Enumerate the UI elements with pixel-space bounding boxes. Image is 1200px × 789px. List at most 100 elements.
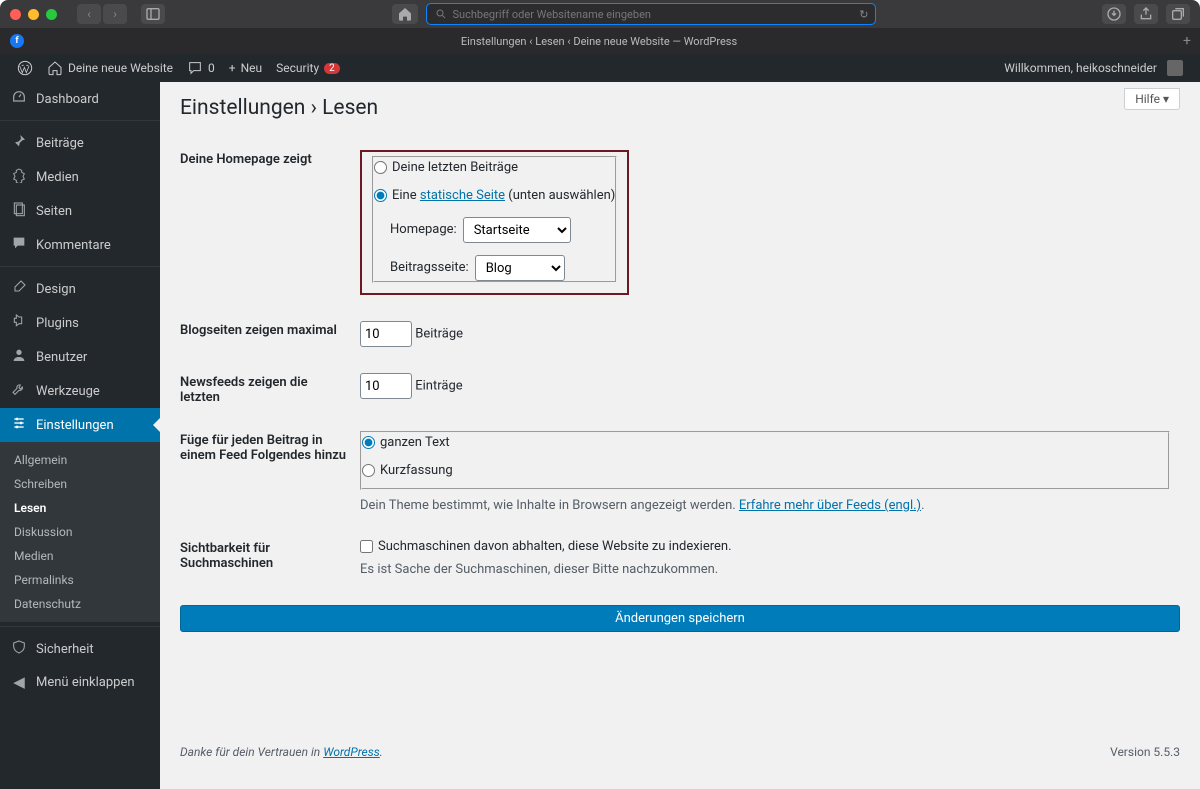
url-bar[interactable]: Suchbegriff oder Websitename eingeben ↻ [426,3,876,25]
menu-comments[interactable]: Kommentare [0,228,160,262]
row-seo-label: Sichtbarkeit für Suchmaschinen [180,527,360,591]
downloads-button[interactable] [1102,4,1126,24]
save-button[interactable]: Änderungen speichern [180,605,1180,632]
comments-menu[interactable]: 0 [180,54,222,82]
menu-appearance-label: Design [36,282,76,297]
submenu-media[interactable]: Medien [0,544,160,568]
menu-comments-label: Kommentare [36,238,111,253]
radio-latest-posts[interactable] [374,161,387,174]
shield-icon [10,639,28,659]
feed-max-unit: Einträge [415,379,462,394]
seo-checkbox-label[interactable]: Suchmaschinen davon abhalten, diese Webs… [360,539,732,554]
plus-icon: + [229,61,236,75]
menu-plugins-label: Plugins [36,316,79,331]
site-name-menu[interactable]: Deine neue Website [40,54,180,82]
sliders-icon [10,415,28,435]
static-pre: Eine [392,188,420,203]
radio-feed-full[interactable] [362,436,375,449]
feed-summary-label: Kurzfassung [380,463,453,478]
submenu-general[interactable]: Allgemein [0,448,160,472]
radio-static-page[interactable] [374,189,387,202]
menu-plugins[interactable]: Plugins [0,306,160,340]
seo-discourage-checkbox[interactable] [360,540,373,553]
posts-max-unit: Beiträge [415,327,463,342]
menu-users-label: Benutzer [36,350,87,365]
security-badge: 2 [324,63,340,74]
menu-tools[interactable]: Werkzeuge [0,374,160,408]
feed-full-label: ganzen Text [380,435,450,450]
security-menu[interactable]: Security 2 [269,54,347,82]
content-area: Hilfe ▾ Einstellungen › Lesen Deine Home… [160,82,1200,789]
pin-icon [10,133,28,153]
menu-collapse[interactable]: ◀Menü einklappen [0,666,160,698]
menu-pages-label: Seiten [36,204,72,219]
new-content-menu[interactable]: + Neu [222,54,269,82]
comments-count: 0 [208,61,215,75]
new-tab-button[interactable]: + [1174,33,1200,49]
homepage-select[interactable]: Startseite [463,217,571,243]
plugin-icon [10,313,28,333]
forward-button[interactable]: › [103,4,127,24]
home-button[interactable] [392,4,418,24]
welcome-label: Willkommen, heikoschneider [1004,61,1157,75]
static-page-link[interactable]: statische Seite [420,188,505,203]
menu-settings[interactable]: Einstellungen [0,408,160,442]
menu-appearance[interactable]: Design [0,272,160,306]
posts-page-select[interactable]: Blog [475,255,565,281]
option-feed-summary[interactable]: Kurzfassung [362,461,1168,481]
back-button[interactable]: ‹ [77,4,101,24]
row-feed-max-label: Newsfeeds zeigen die letzten [180,361,360,419]
wp-adminbar: Deine neue Website 0 + Neu Security 2 Wi… [0,54,1200,82]
window-zoom-button[interactable] [46,9,57,20]
submenu-reading[interactable]: Lesen [0,496,160,520]
help-tab[interactable]: Hilfe ▾ [1124,88,1180,110]
radio-feed-summary[interactable] [362,464,375,477]
menu-posts[interactable]: Beiträge [0,126,160,160]
tab-favicon: f [10,34,24,48]
page-title: Einstellungen › Lesen [180,82,1180,138]
feed-learn-more-link[interactable]: Erfahre mehr über Feeds (engl.) [739,498,921,513]
window-minimize-button[interactable] [28,9,39,20]
footer-wordpress-link[interactable]: WordPress [323,745,380,759]
new-label: Neu [241,61,263,75]
option-feed-full[interactable]: ganzen Text [362,433,1168,453]
url-placeholder: Suchbegriff oder Websitename eingeben [453,8,651,21]
submenu-writing[interactable]: Schreiben [0,472,160,496]
menu-dashboard-label: Dashboard [36,92,99,107]
window-close-button[interactable] [10,9,21,20]
feed-items-input[interactable] [360,373,412,399]
posts-page-select-label: Beitragsseite: [390,258,469,278]
submenu-privacy[interactable]: Datenschutz [0,592,160,616]
option-latest-posts[interactable]: Deine letzten Beiträge [374,158,615,178]
posts-per-page-input[interactable] [360,321,412,347]
wp-logo-menu[interactable] [10,54,40,82]
reload-icon[interactable]: ↻ [859,8,868,21]
tabs-button[interactable] [1166,4,1190,24]
account-menu[interactable]: Willkommen, heikoschneider [997,54,1190,82]
menu-settings-label: Einstellungen [36,418,114,433]
menu-dashboard[interactable]: Dashboard [0,82,160,116]
static-post: (unten auswählen) [505,188,615,203]
security-label: Security [276,61,319,75]
submenu-discussion[interactable]: Diskussion [0,520,160,544]
homepage-select-label: Homepage: [390,220,457,240]
browser-toolbar: ‹ › Suchbegriff oder Websitename eingebe… [0,0,1200,28]
feed-desc-text: Dein Theme bestimmt, wie Inhalte in Brow… [360,498,739,513]
menu-users[interactable]: Benutzer [0,340,160,374]
tab-strip: f Einstellungen ‹ Lesen ‹ Deine neue Web… [0,28,1200,54]
menu-posts-label: Beiträge [36,136,84,151]
row-feed-content-label: Füge für jeden Beitrag in einem Feed Fol… [180,419,360,527]
wrench-icon [10,381,28,401]
homepage-options-box: Deine letzten Beiträge Eine statische Se… [360,150,629,295]
footer-version: Version 5.5.3 [1110,745,1180,759]
row-posts-max-label: Blogseiten zeigen maximal [180,309,360,361]
menu-media[interactable]: Medien [0,160,160,194]
seo-desc: Es ist Sache der Suchmaschinen, dieser B… [360,562,1170,577]
menu-pages[interactable]: Seiten [0,194,160,228]
submenu-permalinks[interactable]: Permalinks [0,568,160,592]
sidebar-toggle-button[interactable] [141,4,165,24]
share-button[interactable] [1134,4,1158,24]
option-static-page[interactable]: Eine statische Seite (unten auswählen) [374,186,615,206]
menu-security[interactable]: Sicherheit [0,632,160,666]
tab-title: Einstellungen ‹ Lesen ‹ Deine neue Websi… [24,35,1174,48]
